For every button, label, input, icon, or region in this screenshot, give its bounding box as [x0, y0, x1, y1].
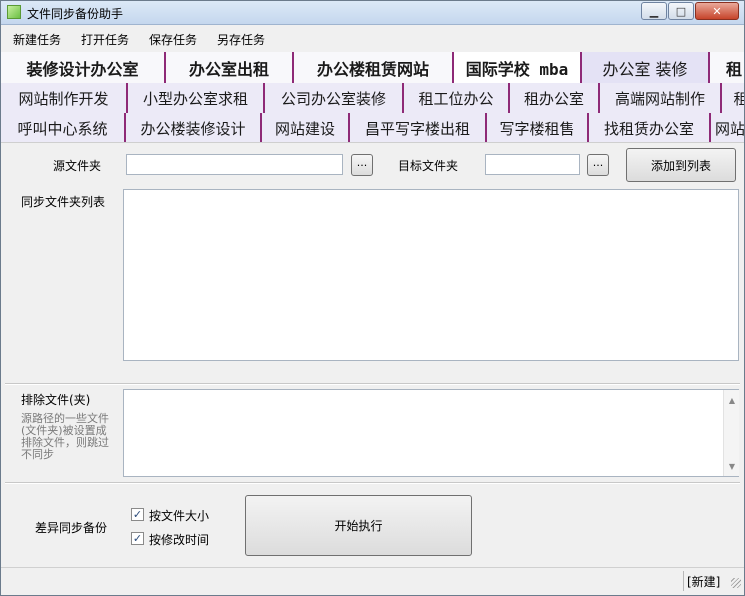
diff-sync-label: 差异同步备份 [35, 521, 108, 535]
section-divider [5, 482, 740, 484]
ad-link[interactable]: 装修设计办公室 [1, 52, 166, 83]
target-folder-input[interactable] [485, 154, 580, 175]
target-folder-label: 目标文件夹 [398, 159, 459, 173]
app-window: 文件同步备份助手 ▁ □ ✕ 新建任务 打开任务 保存任务 另存任务 装修设计办… [0, 0, 745, 596]
source-browse-button[interactable]: ··· [351, 154, 373, 176]
ad-link[interactable]: 网站 [711, 113, 744, 142]
exclude-hint: 源路径的一些文件(文件夹)被设置成排除文件，则跳过不同步 [21, 412, 109, 461]
title-bar: 文件同步备份助手 ▁ □ ✕ [1, 1, 744, 25]
ad-link[interactable]: 租工位办公 [404, 83, 510, 113]
ad-link[interactable]: 办公楼装修设计 [126, 113, 262, 142]
ad-link[interactable]: 办公室 装修 [582, 52, 710, 83]
ad-link[interactable]: 办公楼租赁网站 [294, 52, 454, 83]
ad-link[interactable]: 网站制作开发 [1, 83, 128, 113]
exclude-scrollbar[interactable]: ▲ ▼ [723, 390, 739, 476]
minimize-button[interactable]: ▁ [641, 2, 667, 20]
start-execute-button[interactable]: 开始执行 [245, 495, 472, 556]
menu-save-task[interactable]: 保存任务 [141, 28, 205, 52]
source-folder-label: 源文件夹 [53, 159, 102, 173]
ad-link[interactable]: 呼叫中心系统 [1, 113, 126, 142]
check-by-time-label: 按修改时间 [149, 533, 210, 547]
close-button[interactable]: ✕ [695, 2, 739, 20]
ad-link[interactable]: 公司办公室装修 [265, 83, 404, 113]
ad-link[interactable]: 办公室出租 [166, 52, 294, 83]
menu-new-task[interactable]: 新建任务 [5, 28, 69, 52]
ad-link[interactable]: 昌平写字楼出租 [350, 113, 487, 142]
ad-link[interactable]: 高端网站制作 [600, 83, 722, 113]
ad-link[interactable]: 国际学校 mba [454, 52, 582, 83]
ad-link[interactable]: 租 [710, 52, 744, 83]
menu-save-as-task[interactable]: 另存任务 [209, 28, 273, 52]
status-text: [新建] [687, 575, 721, 589]
sync-folder-list[interactable] [123, 189, 739, 361]
ad-link[interactable]: 租 [722, 83, 744, 113]
scroll-up-icon[interactable]: ▲ [724, 392, 740, 408]
app-icon [7, 5, 21, 19]
scroll-down-icon[interactable]: ▼ [724, 458, 740, 474]
exclude-label: 排除文件(夹) [21, 393, 91, 407]
ad-link[interactable]: 小型办公室求租 [128, 83, 265, 113]
add-to-list-button[interactable]: 添加到列表 [626, 148, 736, 182]
ad-banner-row: 呼叫中心系统 办公楼装修设计 网站建设 昌平写字楼出租 写字楼租售 找租赁办公室… [1, 113, 744, 143]
ad-link[interactable]: 网站建设 [262, 113, 350, 142]
window-title: 文件同步备份助手 [27, 7, 124, 21]
check-by-size-checkbox[interactable]: ✓ [131, 508, 144, 521]
check-by-size-label: 按文件大小 [149, 509, 210, 523]
menu-open-task[interactable]: 打开任务 [73, 28, 137, 52]
status-bar: [新建] [1, 567, 744, 595]
target-browse-button[interactable]: ··· [587, 154, 609, 176]
check-by-time-checkbox[interactable]: ✓ [131, 532, 144, 545]
section-divider [5, 383, 740, 385]
ad-link[interactable]: 找租赁办公室 [589, 113, 711, 142]
ad-banner-row: 装修设计办公室 办公室出租 办公楼租赁网站 国际学校 mba 办公室 装修 租 [1, 52, 744, 83]
exclude-list[interactable] [123, 389, 739, 477]
maximize-button[interactable]: □ [668, 2, 694, 20]
menu-bar: 新建任务 打开任务 保存任务 另存任务 [1, 28, 744, 52]
ad-link[interactable]: 写字楼租售 [487, 113, 589, 142]
status-separator [683, 571, 684, 591]
ad-banner-row: 网站制作开发 小型办公室求租 公司办公室装修 租工位办公 租办公室 高端网站制作… [1, 83, 744, 113]
source-folder-input[interactable] [126, 154, 343, 175]
resize-grip-icon[interactable] [731, 578, 741, 588]
ad-link[interactable]: 租办公室 [510, 83, 600, 113]
sync-list-label: 同步文件夹列表 [21, 195, 106, 209]
